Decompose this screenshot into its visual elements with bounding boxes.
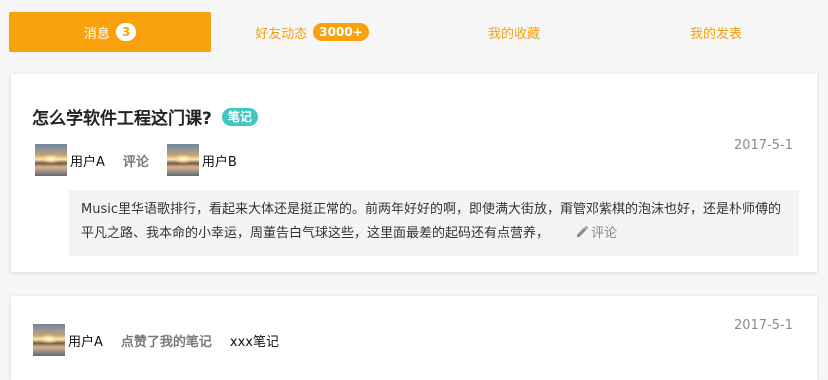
tab-label: 好友动态 bbox=[255, 26, 308, 42]
unread-badge: 3 bbox=[115, 23, 137, 41]
tab-friend-activity[interactable]: 好友动态 3000+ bbox=[211, 12, 413, 52]
tab-my-posts[interactable]: 我的发表 bbox=[615, 12, 817, 52]
reply-button[interactable]: 评论 bbox=[575, 225, 618, 241]
comment-box: Music里华语歌排行，看起来大体还是挺正常的。前两年好好的啊，即使满大街放，甭… bbox=[69, 190, 799, 256]
tab-my-favorites[interactable]: 我的收藏 bbox=[413, 12, 615, 52]
tab-label: 我的收藏 bbox=[487, 26, 540, 42]
user-name[interactable]: 用户A bbox=[70, 151, 105, 170]
tab-label: 我的发表 bbox=[689, 26, 742, 42]
post-title-row: 怎么学软件工程这门课? 笔记 bbox=[32, 104, 258, 129]
avatar[interactable] bbox=[35, 144, 67, 176]
activity-badge: 3000+ bbox=[313, 23, 369, 41]
tab-label: 消息 bbox=[83, 26, 110, 42]
pencil-icon bbox=[576, 225, 589, 238]
message-date: 2017-5-1 bbox=[733, 138, 793, 153]
note-tag: 笔记 bbox=[221, 107, 258, 126]
tab-bar: 消息 3 好友动态 3000+ 我的收藏 我的发表 bbox=[9, 12, 821, 52]
tab-messages[interactable]: 消息 3 bbox=[9, 12, 211, 52]
message-card: 用户A 点赞了我的笔记 xxx笔记 2017-5-1 bbox=[11, 296, 817, 380]
message-meta: 用户A 点赞了我的笔记 xxx笔记 bbox=[33, 324, 279, 356]
action-label: 点赞了我的笔记 bbox=[120, 334, 212, 350]
user-name[interactable]: 用户B bbox=[202, 151, 237, 170]
comment-text: Music里华语歌排行，看起来大体还是挺正常的。前两年好好的啊，即使满大街放，甭… bbox=[81, 202, 781, 241]
message-date: 2017-5-1 bbox=[733, 318, 793, 333]
note-link[interactable]: xxx笔记 bbox=[230, 331, 279, 350]
user-name[interactable]: 用户A bbox=[68, 331, 103, 350]
message-meta: 用户A 评论 用户B bbox=[35, 144, 255, 176]
action-label: 评论 bbox=[122, 154, 149, 170]
post-title[interactable]: 怎么学软件工程这门课? bbox=[32, 104, 212, 129]
message-card: 怎么学软件工程这门课? 笔记 用户A 评论 用户B 2017-5-1 Music… bbox=[11, 74, 817, 272]
avatar[interactable] bbox=[33, 324, 65, 356]
reply-label: 评论 bbox=[591, 226, 618, 241]
avatar[interactable] bbox=[166, 144, 199, 176]
